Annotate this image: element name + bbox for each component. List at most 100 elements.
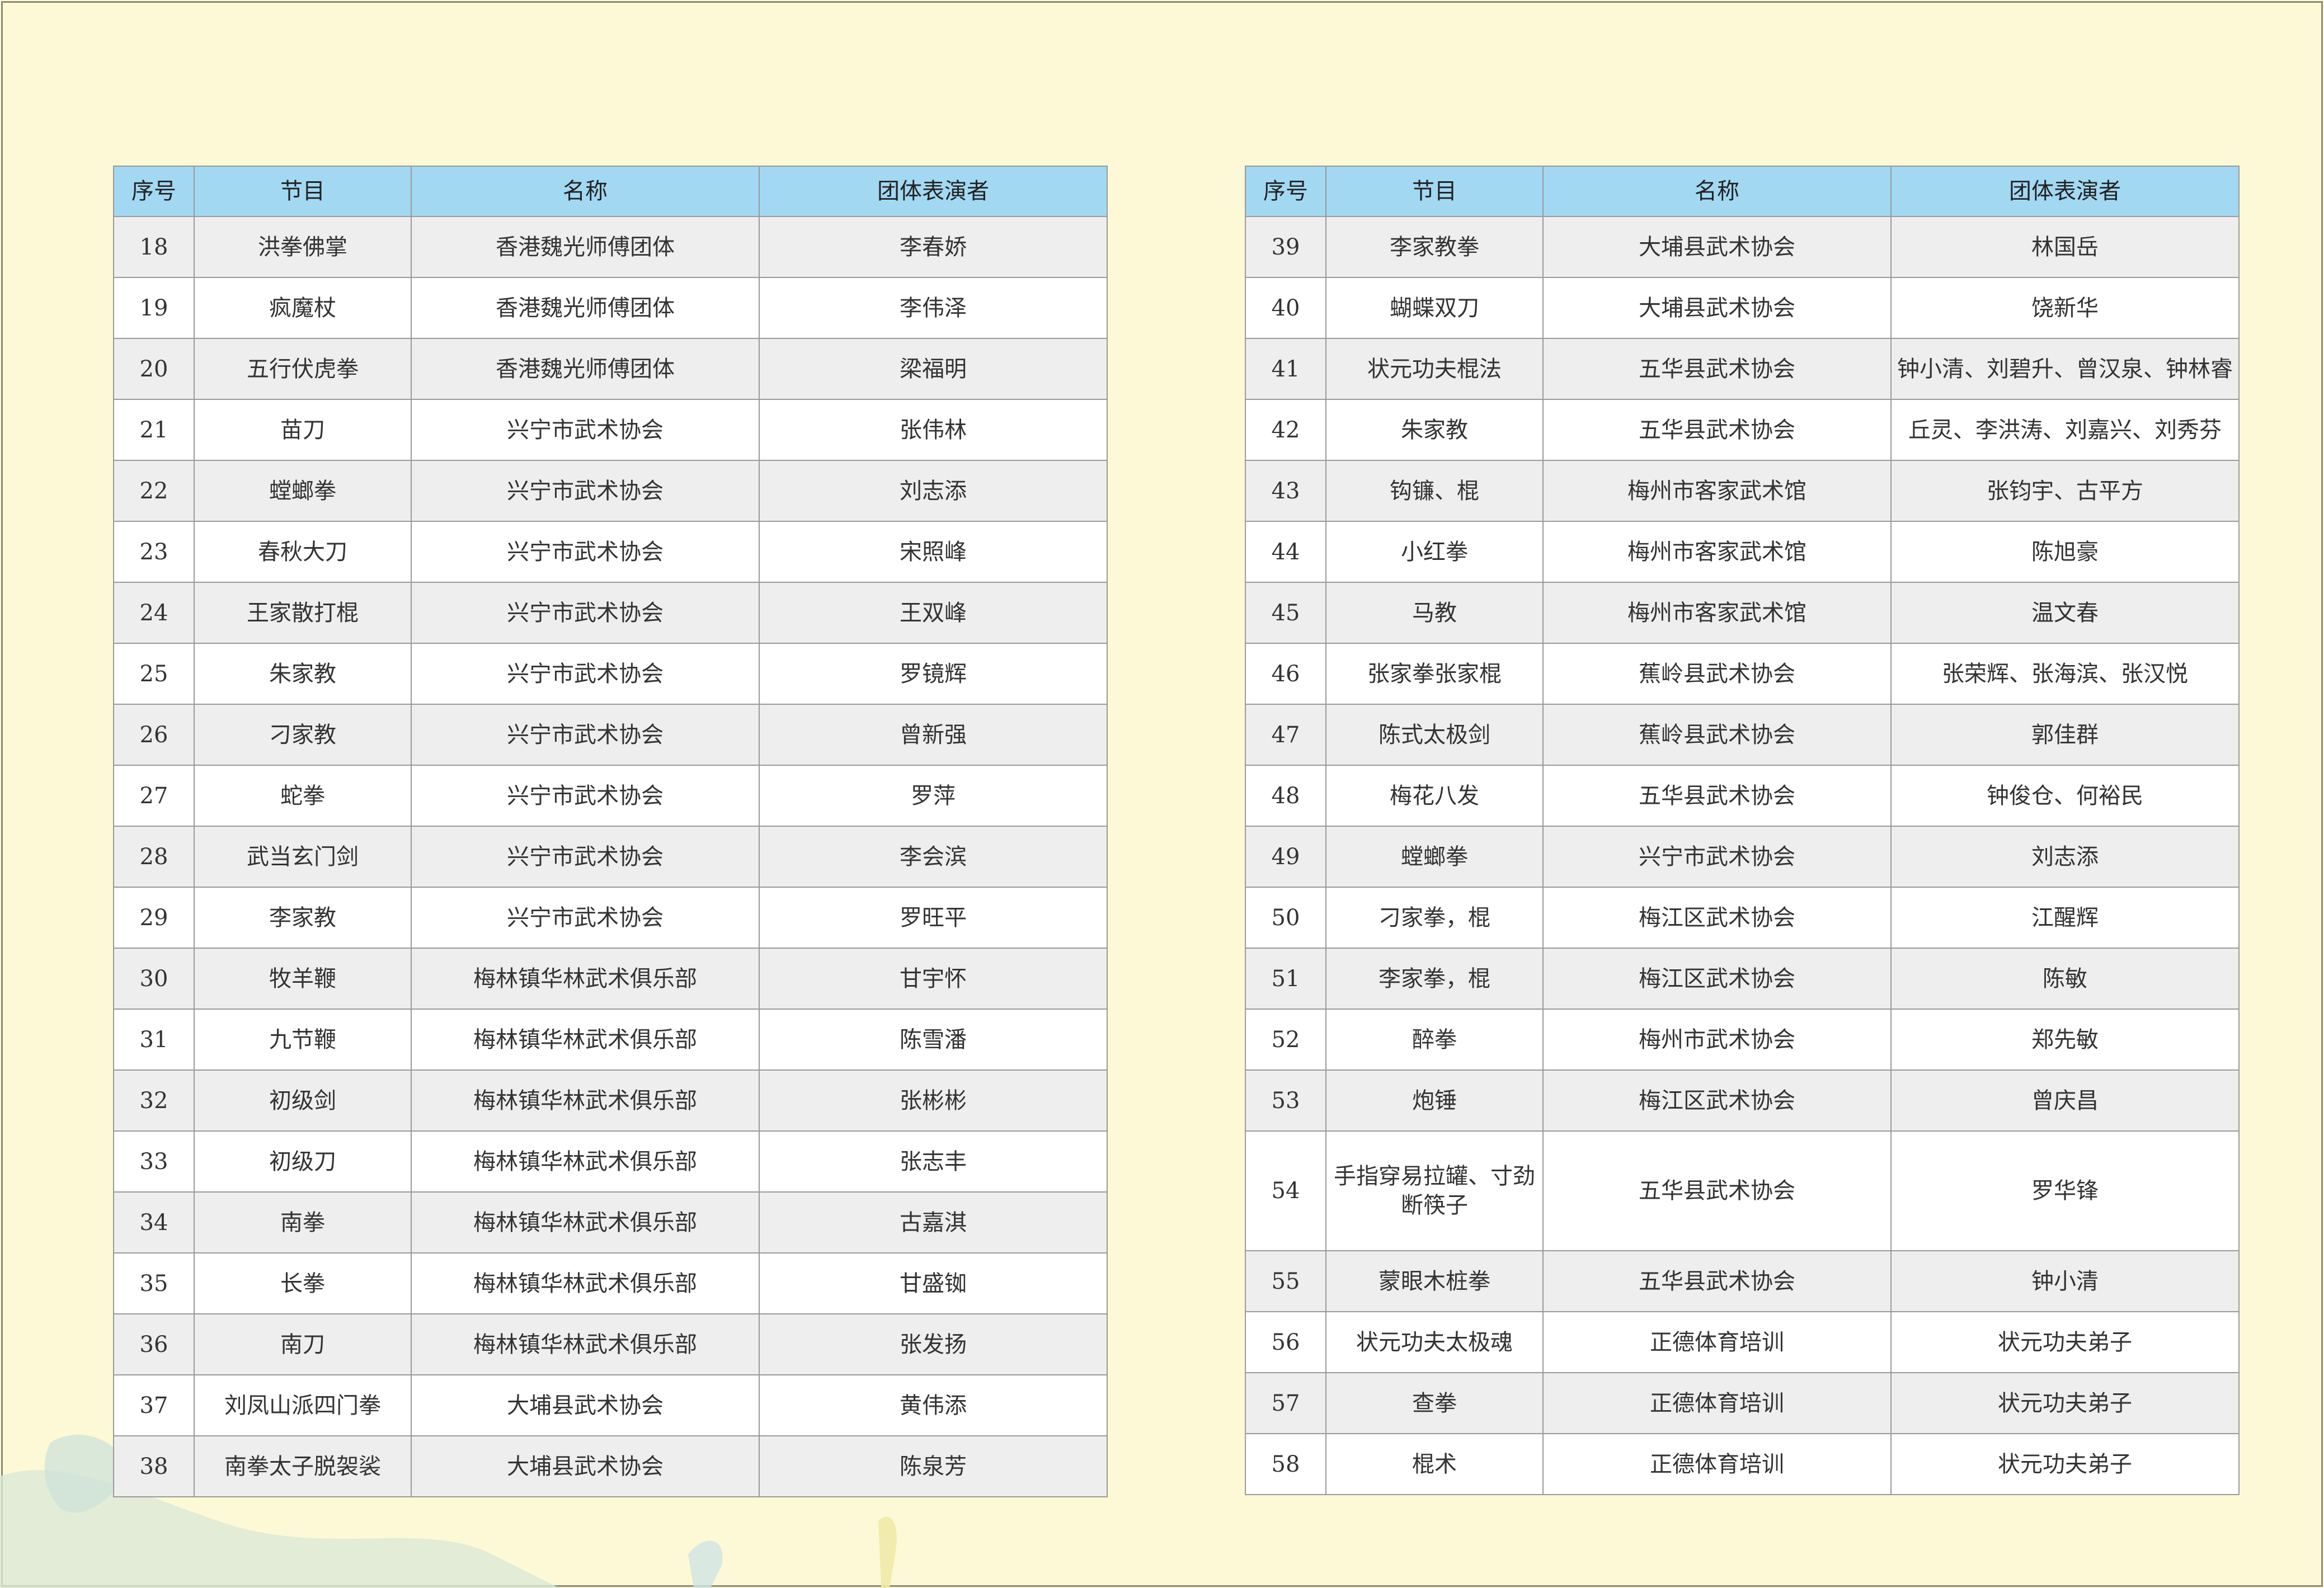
cell-program: 螳螂拳 bbox=[194, 460, 412, 522]
cell-name: 大埔县武术协会 bbox=[1542, 216, 1892, 278]
cell-number: 35 bbox=[113, 1252, 195, 1314]
cell-name: 梅州市客家武术馆 bbox=[1542, 460, 1892, 522]
table-row: 28 武当玄门剑 兴宁市武术协会 李会滨 bbox=[113, 826, 1108, 888]
cell-performers: 陈敏 bbox=[1890, 948, 2240, 1010]
cell-performers: 张志丰 bbox=[759, 1130, 1108, 1193]
table-row: 40 蝴蝶双刀 大埔县武术协会 饶新华 bbox=[1245, 277, 2240, 339]
cell-number: 37 bbox=[113, 1374, 195, 1436]
table-row: 30 牧羊鞭 梅林镇华林武术俱乐部 甘宇怀 bbox=[113, 948, 1108, 1010]
cell-number: 32 bbox=[113, 1069, 195, 1132]
cell-name: 五华县武术协会 bbox=[1542, 399, 1892, 461]
cell-program: 蝴蝶双刀 bbox=[1325, 277, 1544, 339]
cell-performers: 李伟泽 bbox=[759, 277, 1108, 339]
table-row: 51 李家拳，棍 梅江区武术协会 陈敏 bbox=[1245, 948, 2240, 1010]
table-row: 55 蒙眼木桩拳 五华县武术协会 钟小清 bbox=[1245, 1250, 2240, 1312]
table-row: 41 状元功夫棍法 五华县武术协会 钟小清、刘碧升、曾汉泉、钟林睿 bbox=[1245, 338, 2240, 400]
table-row: 31 九节鞭 梅林镇华林武术俱乐部 陈雪潘 bbox=[113, 1009, 1108, 1071]
table-row: 36 南刀 梅林镇华林武术俱乐部 张发扬 bbox=[113, 1313, 1108, 1375]
cell-name: 大埔县武术协会 bbox=[411, 1435, 760, 1497]
table-row: 35 长拳 梅林镇华林武术俱乐部 甘盛铷 bbox=[113, 1252, 1108, 1314]
cell-program: 春秋大刀 bbox=[194, 521, 412, 583]
table-header-row: 序号 节目 名称 团体表演者 bbox=[113, 166, 1108, 217]
cell-program: 九节鞭 bbox=[194, 1009, 412, 1071]
table-row: 23 春秋大刀 兴宁市武术协会 宋照峰 bbox=[113, 521, 1108, 583]
program-table-left: 序号 节目 名称 团体表演者 18 洪拳佛掌 香港魏光师傅团体 李春娇 19 疯魔杖 香港魏… bbox=[113, 166, 1108, 1497]
cell-program: 长拳 bbox=[194, 1252, 412, 1314]
cell-program: 状元功夫太极魂 bbox=[1325, 1311, 1544, 1373]
cell-number: 28 bbox=[113, 826, 195, 888]
cell-program: 钩镰、棍 bbox=[1325, 460, 1544, 522]
cell-number: 40 bbox=[1245, 277, 1326, 339]
cell-program: 状元功夫棍法 bbox=[1325, 338, 1544, 400]
cell-performers: 丘灵、李洪涛、刘嘉兴、刘秀芬 bbox=[1890, 399, 2240, 461]
table-row: 20 五行伏虎拳 香港魏光师傅团体 梁福明 bbox=[113, 338, 1108, 400]
header-program: 节目 bbox=[1325, 166, 1544, 217]
cell-name: 兴宁市武术协会 bbox=[411, 704, 760, 766]
cell-program: 五行伏虎拳 bbox=[194, 338, 412, 400]
cell-performers: 宋照峰 bbox=[759, 521, 1108, 583]
cell-performers: 刘志添 bbox=[1890, 826, 2240, 888]
table-row: 54 手指穿易拉罐、寸劲断筷子 五华县武术协会 罗华锋 bbox=[1245, 1130, 2240, 1251]
cell-number: 26 bbox=[113, 704, 195, 766]
cell-number: 58 bbox=[1245, 1433, 1326, 1495]
cell-performers: 罗萍 bbox=[759, 765, 1108, 827]
cell-name: 梅州市客家武术馆 bbox=[1542, 582, 1892, 644]
cell-program: 刘凤山派四门拳 bbox=[194, 1374, 412, 1436]
cell-program: 南拳 bbox=[194, 1191, 412, 1254]
table-row: 50 刁家拳，棍 梅江区武术协会 江醒辉 bbox=[1245, 887, 2240, 949]
cell-name: 兴宁市武术协会 bbox=[411, 582, 760, 644]
cell-program: 棍术 bbox=[1325, 1433, 1544, 1495]
cell-program: 陈式太极剑 bbox=[1325, 704, 1544, 766]
cell-program: 王家散打棍 bbox=[194, 582, 412, 644]
cell-performers: 郭佳群 bbox=[1890, 704, 2240, 766]
table-row: 24 王家散打棍 兴宁市武术协会 王双峰 bbox=[113, 582, 1108, 644]
header-performers: 团体表演者 bbox=[759, 166, 1108, 217]
header-program: 节目 bbox=[194, 166, 412, 217]
table-row: 27 蛇拳 兴宁市武术协会 罗萍 bbox=[113, 765, 1108, 827]
cell-number: 43 bbox=[1245, 460, 1326, 522]
program-table-right: 序号 节目 名称 团体表演者 39 李家教拳 大埔县武术协会 林国岳 40 蝴蝶双刀 大埔县… bbox=[1245, 166, 2240, 1495]
cell-performers: 张钧宇、古平方 bbox=[1890, 460, 2240, 522]
cell-name: 兴宁市武术协会 bbox=[411, 765, 760, 827]
cell-program: 朱家教 bbox=[1325, 399, 1544, 461]
cell-performers: 状元功夫弟子 bbox=[1890, 1433, 2240, 1495]
cell-program: 初级刀 bbox=[194, 1130, 412, 1193]
cell-program: 南拳太子脱袈裟 bbox=[194, 1435, 412, 1497]
cell-program: 刁家教 bbox=[194, 704, 412, 766]
table-row: 46 张家拳张家棍 蕉岭县武术协会 张荣辉、张海滨、张汉悦 bbox=[1245, 643, 2240, 705]
cell-number: 45 bbox=[1245, 582, 1326, 644]
cell-performers: 郑先敏 bbox=[1890, 1009, 2240, 1071]
cell-name: 梅江区武术协会 bbox=[1542, 887, 1892, 949]
table-row: 56 状元功夫太极魂 正德体育培训 状元功夫弟子 bbox=[1245, 1311, 2240, 1373]
cell-performers: 王双峰 bbox=[759, 582, 1108, 644]
cell-program: 武当玄门剑 bbox=[194, 826, 412, 888]
cell-name: 梅江区武术协会 bbox=[1542, 948, 1892, 1010]
cell-name: 梅林镇华林武术俱乐部 bbox=[411, 1313, 760, 1375]
cell-performers: 钟俊仓、何裕民 bbox=[1890, 765, 2240, 827]
cell-program: 小红拳 bbox=[1325, 521, 1544, 583]
cell-performers: 张发扬 bbox=[759, 1313, 1108, 1375]
cell-performers: 古嘉淇 bbox=[759, 1191, 1108, 1254]
cell-number: 20 bbox=[113, 338, 195, 400]
cell-name: 五华县武术协会 bbox=[1542, 338, 1892, 400]
cell-name: 香港魏光师傅团体 bbox=[411, 216, 760, 278]
table-row: 58 棍术 正德体育培训 状元功夫弟子 bbox=[1245, 1433, 2240, 1495]
cell-number: 29 bbox=[113, 887, 195, 949]
cell-performers: 张伟林 bbox=[759, 399, 1108, 461]
table-row: 21 苗刀 兴宁市武术协会 张伟林 bbox=[113, 399, 1108, 461]
header-name: 名称 bbox=[1542, 166, 1892, 217]
cell-performers: 刘志添 bbox=[759, 460, 1108, 522]
table-row: 26 刁家教 兴宁市武术协会 曾新强 bbox=[113, 704, 1108, 766]
cell-name: 蕉岭县武术协会 bbox=[1542, 704, 1892, 766]
cell-performers: 罗镜辉 bbox=[759, 643, 1108, 705]
cell-program: 梅花八发 bbox=[1325, 765, 1544, 827]
cell-program: 初级剑 bbox=[194, 1069, 412, 1132]
cell-name: 梅林镇华林武术俱乐部 bbox=[411, 1009, 760, 1071]
table-row: 25 朱家教 兴宁市武术协会 罗镜辉 bbox=[113, 643, 1108, 705]
cell-performers: 陈泉芳 bbox=[759, 1435, 1108, 1497]
cell-number: 48 bbox=[1245, 765, 1326, 827]
cell-number: 34 bbox=[113, 1191, 195, 1254]
cell-name: 梅林镇华林武术俱乐部 bbox=[411, 1130, 760, 1193]
cell-number: 52 bbox=[1245, 1009, 1326, 1071]
cell-program: 牧羊鞭 bbox=[194, 948, 412, 1010]
